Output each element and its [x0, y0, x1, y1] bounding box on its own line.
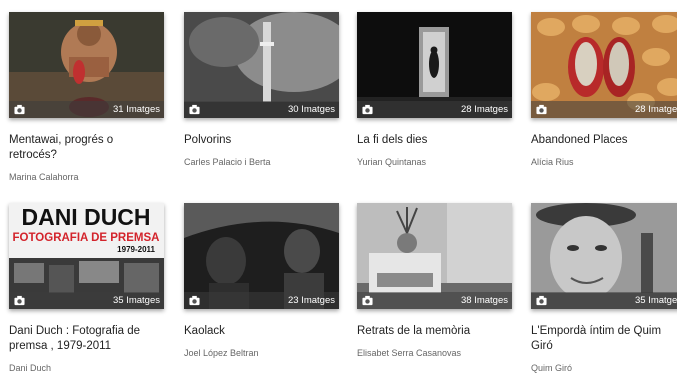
camera-icon — [189, 295, 200, 306]
album-author: Carles Palacio i Berta — [184, 157, 271, 167]
camera-icon — [536, 295, 547, 306]
cover-title: DANI DUCH — [21, 204, 150, 230]
album-author: Joel López Beltran — [184, 348, 259, 358]
cover-years: 1979-2011 — [117, 245, 155, 254]
camera-icon — [14, 295, 25, 306]
album-title[interactable]: Abandoned Places — [531, 133, 677, 148]
album-thumbnail[interactable]: 38 Imatges — [357, 203, 512, 309]
album-card[interactable]: 38 Imatges Retrats de la memòria Elisabe… — [357, 203, 512, 358]
album-card[interactable]: DANI DUCH FOTOGRAFIA DE PREMSA 1979-2011… — [9, 203, 164, 373]
album-card[interactable]: 23 Imatges Kaolack Joel López Beltran — [184, 203, 339, 358]
album-thumbnail[interactable]: 35 Imatges — [531, 203, 677, 309]
album-card[interactable]: 28 Imatges La fi dels dies Yurian Quinta… — [357, 12, 512, 167]
album-author: Dani Duch — [9, 363, 52, 373]
camera-icon — [362, 104, 373, 115]
album-card[interactable]: 35 Imatges L'Empordà íntim de Quim Giró … — [531, 203, 677, 373]
image-count: 35 Imatges — [635, 295, 677, 306]
album-title[interactable]: Retrats de la memòria — [357, 324, 507, 339]
camera-icon — [189, 104, 200, 115]
album-author: Yurian Quintanas — [357, 157, 427, 167]
image-count: 23 Imatges — [288, 295, 335, 306]
album-title[interactable]: Kaolack — [184, 324, 334, 339]
image-count: 28 Imatges — [461, 104, 508, 115]
album-title[interactable]: Mentawai, progrés o retrocés? — [9, 133, 159, 163]
image-count: 38 Imatges — [461, 295, 508, 306]
camera-icon — [362, 295, 373, 306]
album-thumbnail[interactable]: 28 Imatges — [357, 12, 512, 118]
cover-subtitle: FOTOGRAFIA DE PREMSA — [13, 232, 160, 244]
album-title[interactable]: Dani Duch : Fotografia de premsa , 1979-… — [9, 324, 159, 354]
album-card[interactable]: 30 Imatges Polvorins Carles Palacio i Be… — [184, 12, 339, 167]
album-thumbnail[interactable]: 30 Imatges — [184, 12, 339, 118]
album-thumbnail[interactable]: DANI DUCH FOTOGRAFIA DE PREMSA 1979-2011… — [9, 203, 164, 309]
album-thumbnail[interactable]: 31 Imatges — [9, 12, 164, 118]
album-author: Quim Giró — [531, 363, 573, 373]
album-title[interactable]: Polvorins — [184, 133, 334, 148]
image-count: 31 Imatges — [113, 104, 160, 115]
album-author: Elisabet Serra Casanovas — [357, 348, 462, 358]
camera-icon — [14, 104, 25, 115]
album-author: Alícia Rius — [531, 157, 574, 167]
image-count: 35 Imatges — [113, 295, 160, 306]
album-thumbnail[interactable]: 23 Imatges — [184, 203, 339, 309]
album-title[interactable]: La fi dels dies — [357, 133, 507, 148]
album-thumbnail[interactable]: 28 Imatges — [531, 12, 677, 118]
album-card[interactable]: 31 Imatges Mentawai, progrés o retrocés?… — [9, 12, 164, 182]
album-author: Marina Calahorra — [9, 172, 79, 182]
camera-icon — [536, 104, 547, 115]
image-count: 28 Imatges — [635, 104, 677, 115]
image-count: 30 Imatges — [288, 104, 335, 115]
album-title[interactable]: L'Empordà íntim de Quim Giró — [531, 324, 677, 354]
album-card[interactable]: 28 Imatges Abandoned Places Alícia Rius — [531, 12, 677, 167]
